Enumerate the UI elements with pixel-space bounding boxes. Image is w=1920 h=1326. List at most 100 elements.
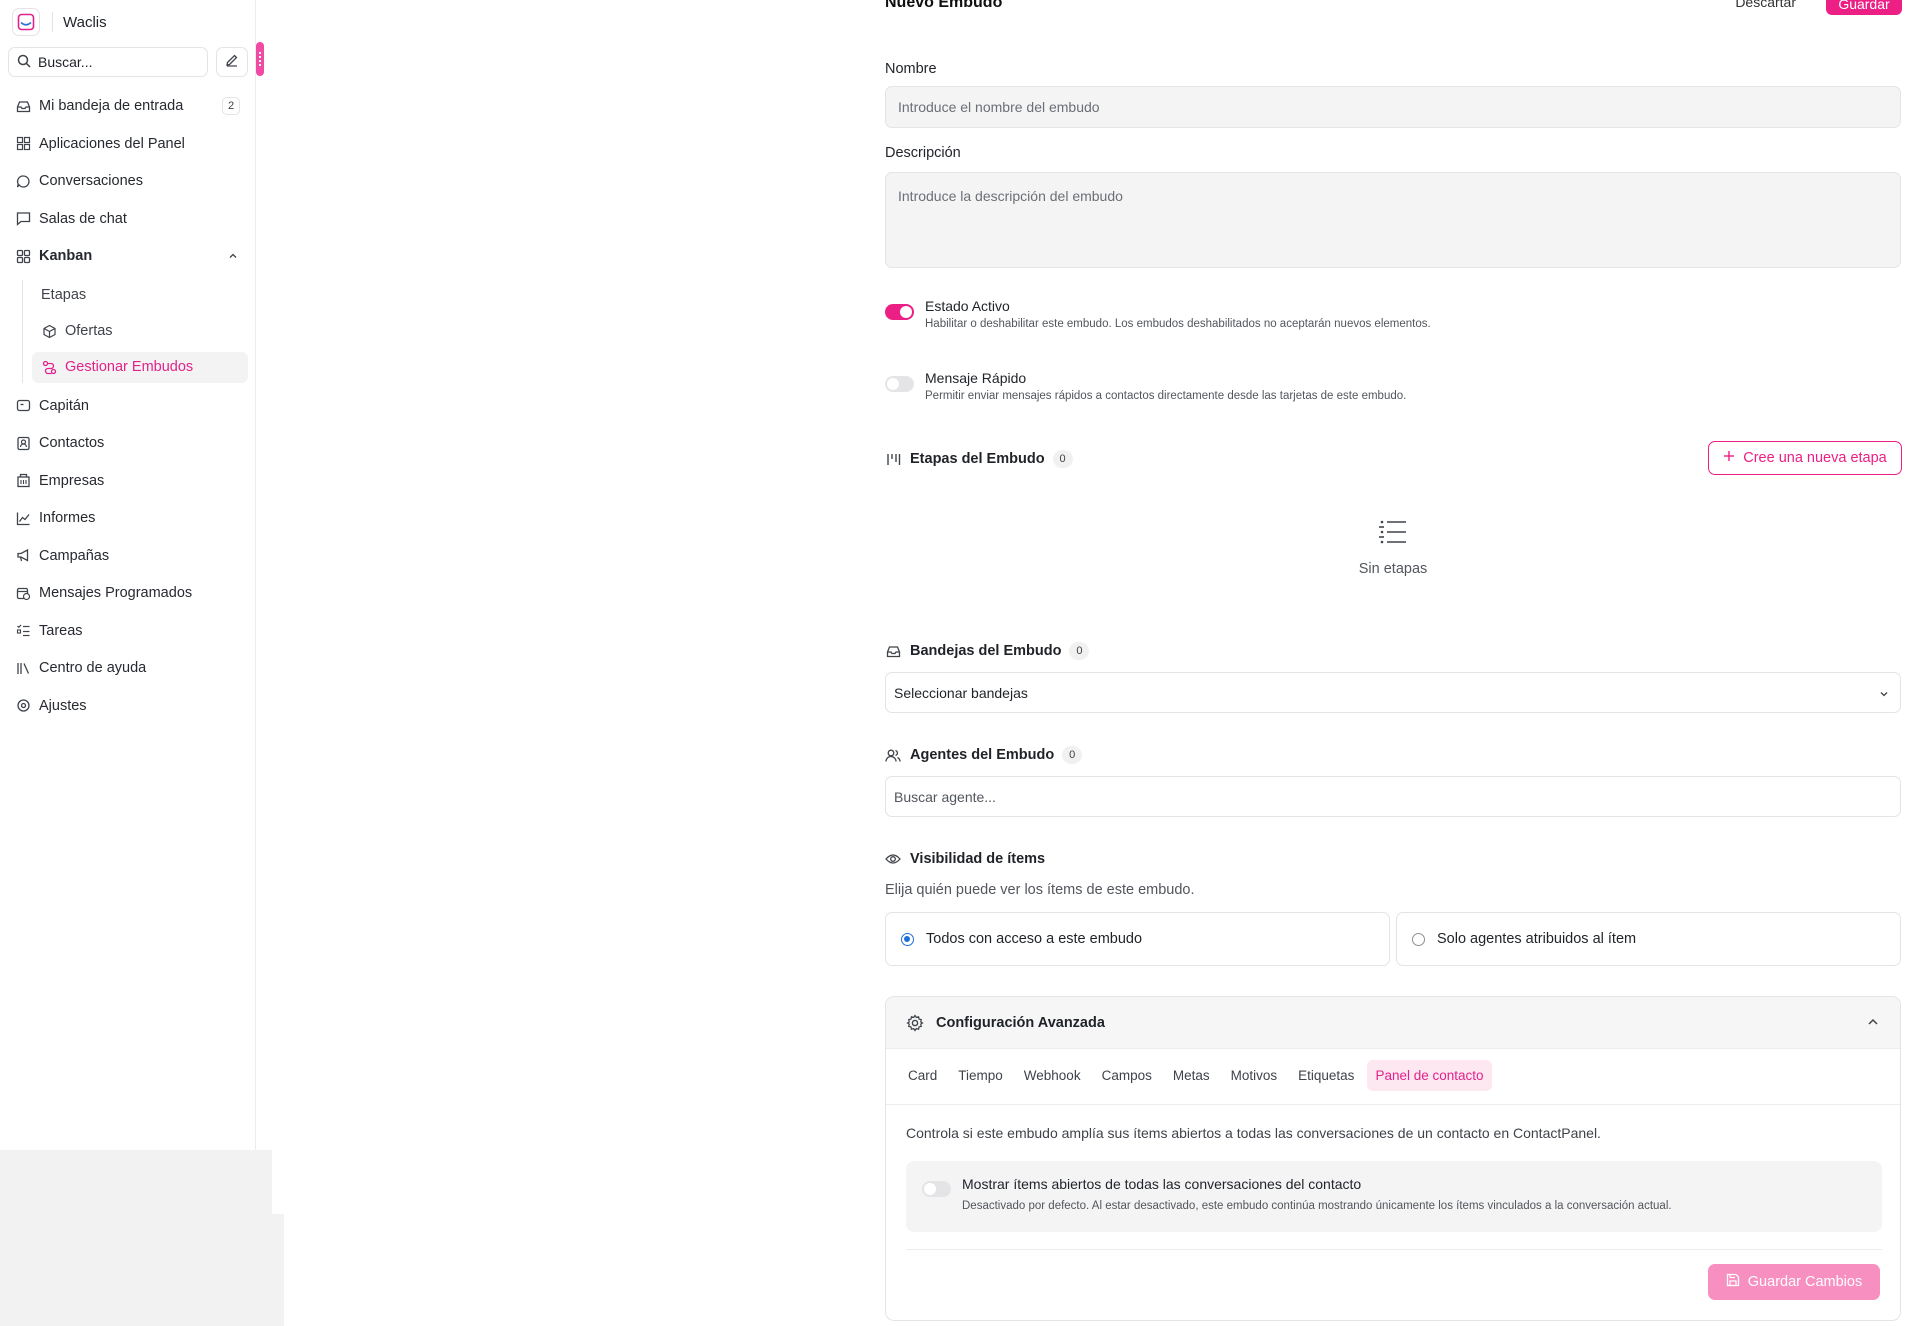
description-label: Descripción — [885, 145, 961, 161]
sidebar-item-kanban[interactable]: Kanban — [8, 242, 248, 270]
inboxes-section-header: Bandejas del Embudo 0 — [885, 642, 1090, 660]
captain-icon — [15, 398, 31, 414]
sidebar-item-label: Centro de ayuda — [39, 660, 147, 676]
sidebar-item-offers[interactable]: Ofertas — [32, 316, 248, 347]
sidebar-item-scheduled-messages[interactable]: Mensajes Programados — [8, 579, 248, 607]
list-icon — [1379, 520, 1407, 549]
sidebar-item-companies[interactable]: Empresas — [8, 467, 248, 495]
settings-gear-icon — [906, 1013, 924, 1032]
editor-header: Nuevo Embudo Descartar Guardar — [885, 0, 1902, 20]
sidebar-item-tasks[interactable]: Tareas — [8, 617, 248, 645]
chat-bubble-icon — [15, 173, 31, 189]
visibility-option-all[interactable]: Todos con acceso a este embudo — [885, 912, 1390, 966]
inboxes-select-value: Seleccionar bandejas — [894, 684, 1028, 701]
save-disk-icon — [1726, 1273, 1740, 1291]
eye-icon — [885, 851, 901, 867]
stages-title: Etapas del Embudo — [910, 451, 1045, 467]
description-textarea[interactable]: Introduce la descripción del embudo — [885, 172, 1901, 268]
chevron-down-icon — [1878, 687, 1890, 703]
visibility-title: Visibilidad de ítems — [910, 851, 1046, 867]
sidebar-item-label: Contactos — [39, 435, 105, 451]
sidebar-item-reports[interactable]: Informes — [8, 504, 248, 532]
sidebar-item-conversations[interactable]: Conversaciones — [8, 167, 248, 195]
tab-labels[interactable]: Etiquetas — [1290, 1060, 1362, 1091]
sidebar-item-label: Etapas — [41, 287, 87, 303]
tab-time[interactable]: Tiempo — [950, 1060, 1011, 1091]
sidebar-item-help-center[interactable]: Centro de ayuda — [8, 654, 248, 682]
advanced-config-header[interactable]: Configuración Avanzada — [886, 997, 1900, 1049]
sidebar-item-captain[interactable]: Capitán — [8, 392, 248, 420]
stages-columns-icon — [885, 451, 901, 467]
message-square-icon — [15, 211, 31, 227]
sidebar-item-label: Kanban — [39, 248, 93, 264]
calendar-clock-icon — [15, 585, 31, 601]
sidebar-item-label: Conversaciones — [39, 173, 143, 189]
new-stage-label: Cree una nueva etapa — [1743, 450, 1887, 466]
sidebar-item-label: Ajustes — [39, 697, 87, 714]
advanced-config-panel: Configuración Avanzada Card Tiempo Webho… — [885, 996, 1901, 1321]
description-textarea-placeholder: Introduce la descripción del embudo — [898, 188, 1123, 204]
unread-count-badge: 2 — [222, 97, 240, 115]
sidebar-item-contacts[interactable]: Contactos — [8, 429, 248, 457]
kanban-submenu: Etapas Ofertas Gestionar Embudos — [22, 279, 248, 383]
sidebar-search-input[interactable]: Buscar... — [8, 47, 208, 77]
toggle-knob — [924, 1183, 936, 1195]
inbox-icon — [885, 643, 901, 659]
sidebar-nav: Mi bandeja de entrada 2 Aplicaciones del… — [8, 92, 248, 729]
search-icon — [17, 54, 31, 71]
sidebar-item-campaigns[interactable]: Campañas — [8, 542, 248, 570]
agent-search-input[interactable]: Buscar agente... — [885, 776, 1901, 817]
name-input[interactable]: Introduce el nombre del embudo — [885, 86, 1901, 128]
sidebar-item-inbox[interactable]: Mi bandeja de entrada 2 — [8, 92, 248, 120]
advanced-config-title: Configuración Avanzada — [936, 1014, 1105, 1031]
radio-selected[interactable] — [901, 932, 914, 946]
tab-webhook[interactable]: Webhook — [1016, 1060, 1089, 1091]
sidebar: Waclis Buscar... Mi bandeja de entrada 2… — [0, 0, 272, 1326]
plus-icon — [1723, 450, 1735, 466]
agents-section-header: Agentes del Embudo 0 — [885, 746, 1083, 764]
tab-contact-panel[interactable]: Panel de contacto — [1367, 1060, 1492, 1091]
sidebar-item-label: Salas de chat — [39, 210, 127, 227]
app-logo-icon[interactable] — [12, 8, 40, 36]
save-button[interactable]: Guardar — [1826, 0, 1902, 15]
tabs-divider — [886, 1104, 1900, 1105]
app-name: Waclis — [63, 13, 107, 31]
show-open-items-toggle[interactable] — [922, 1181, 951, 1197]
radio-unselected[interactable] — [1412, 932, 1425, 946]
toggle-knob — [887, 378, 899, 390]
inboxes-count-badge: 0 — [1069, 642, 1090, 660]
tab-card[interactable]: Card — [900, 1060, 945, 1091]
tab-fields[interactable]: Campos — [1094, 1060, 1160, 1091]
save-changes-button[interactable]: Guardar Cambios — [1708, 1264, 1880, 1300]
chevron-up-icon[interactable] — [228, 249, 238, 265]
megaphone-icon — [15, 548, 31, 564]
sidebar-item-settings[interactable]: Ajustes — [8, 692, 248, 720]
stages-section-header: Etapas del Embudo 0 — [885, 450, 1073, 468]
sidebar-item-stages[interactable]: Etapas — [32, 280, 248, 311]
sidebar-item-chat-rooms[interactable]: Salas de chat — [8, 205, 248, 233]
agents-count-badge: 0 — [1062, 746, 1083, 764]
new-stage-button[interactable]: Cree una nueva etapa — [1708, 441, 1902, 475]
users-icon — [885, 747, 901, 763]
sidebar-item-label: Aplicaciones del Panel — [39, 135, 185, 152]
tab-reasons[interactable]: Motivos — [1223, 1060, 1286, 1091]
show-open-items-description: Desactivado por defecto. Al estar desact… — [962, 1200, 1672, 1212]
quick-message-description: Permitir enviar mensajes rápidos a conta… — [925, 390, 1407, 402]
name-label: Nombre — [885, 61, 937, 77]
visibility-description: Elija quién puede ver los ítems de este … — [885, 882, 1195, 898]
sidebar-item-manage-funnels[interactable]: Gestionar Embudos — [32, 351, 248, 383]
visibility-option-label: Solo agentes atribuidos al ítem — [1437, 931, 1637, 947]
sidebar-item-label: Gestionar Embudos — [65, 359, 194, 375]
tab-goals[interactable]: Metas — [1165, 1060, 1218, 1091]
chevron-up-icon[interactable] — [1866, 1015, 1880, 1033]
compose-button[interactable] — [216, 47, 248, 77]
active-status-toggle[interactable] — [885, 304, 914, 320]
discard-button[interactable]: Descartar — [1735, 0, 1796, 10]
sidebar-item-label: Capitán — [39, 397, 89, 414]
quick-message-toggle[interactable] — [885, 376, 914, 392]
sidebar-resize-handle[interactable] — [256, 42, 264, 76]
inboxes-select[interactable]: Seleccionar bandejas — [885, 672, 1901, 713]
empty-stages-state: Sin etapas — [885, 519, 1901, 577]
visibility-option-assigned[interactable]: Solo agentes atribuidos al ítem — [1396, 912, 1901, 966]
sidebar-item-apps[interactable]: Aplicaciones del Panel — [8, 130, 248, 158]
